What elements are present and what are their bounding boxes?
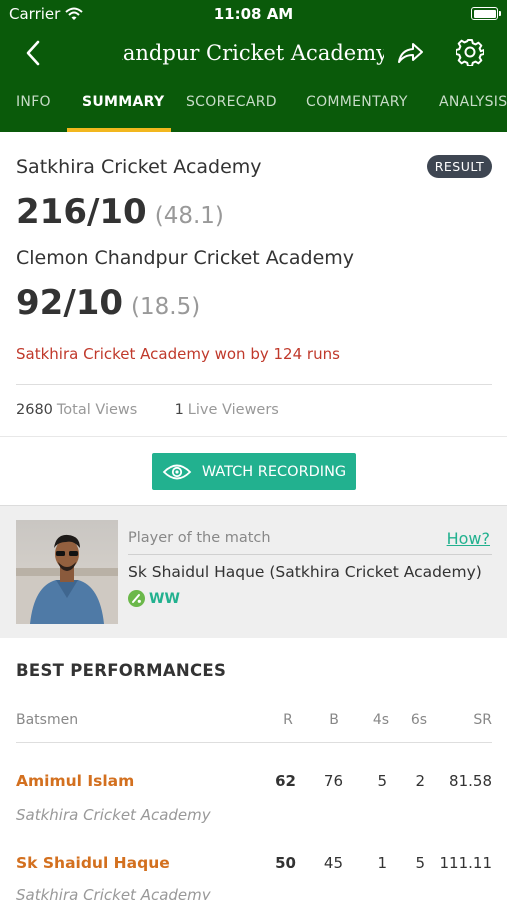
player-role-label: WW xyxy=(149,590,180,607)
match-summary: Satkhira Cricket Academy RESULT 216/10 (4… xyxy=(0,132,507,436)
batsman-runs: 50 xyxy=(275,854,296,872)
tab-analysis[interactable]: ANALYSIS xyxy=(439,94,507,110)
status-time: 11:08 AM xyxy=(213,5,294,23)
share-icon[interactable] xyxy=(395,38,425,68)
watch-section: WATCH RECORDING xyxy=(0,436,507,506)
table-header-divider xyxy=(16,742,492,743)
match-title-container: Satkhira Cricket Academy vs Clemon Chand… xyxy=(122,38,384,70)
total-views-label: Total Views xyxy=(56,402,138,418)
batsman-team: Satkhira Cricket Academy xyxy=(16,886,211,900)
status-bar: Carrier 11:08 AM xyxy=(0,0,507,28)
batsman-strike-rate: 111.11 xyxy=(439,854,493,872)
batsman-sixes: 5 xyxy=(415,854,425,872)
total-views-count: 2680 xyxy=(16,402,53,418)
status-badge: RESULT xyxy=(427,155,492,178)
team2-score: 92/10 (18.5) xyxy=(16,283,200,323)
batsman-name[interactable]: Amimul Islam xyxy=(16,772,134,790)
tab-summary[interactable]: SUMMARY xyxy=(82,94,164,110)
nav-bar: Satkhira Cricket Academy vs Clemon Chand… xyxy=(0,30,507,76)
best-performances-title: BEST PERFORMANCES xyxy=(16,661,227,680)
batsman-sixes: 2 xyxy=(415,772,425,790)
eye-icon xyxy=(162,464,192,479)
player-divider xyxy=(128,554,492,555)
app-header: Carrier 11:08 AM Satkhira Cricket Academ… xyxy=(0,0,507,132)
col-header-sixes: 6s xyxy=(410,712,428,728)
tab-bar: INFO SUMMARY SCORECARD COMMENTARY ANALYS… xyxy=(0,82,507,132)
player-of-match-card[interactable]: Player of the match How? Sk Shaidul Haqu… xyxy=(0,506,507,638)
batsman-name[interactable]: Sk Shaidul Haque xyxy=(16,854,170,872)
col-header-batsmen: Batsmen xyxy=(16,712,79,728)
tab-scorecard[interactable]: SCORECARD xyxy=(186,94,277,110)
team1-overs: (48.1) xyxy=(154,203,224,229)
col-header-balls: B xyxy=(329,712,339,728)
team1-runs: 216/10 xyxy=(16,192,147,232)
match-title: Satkhira Cricket Academy vs Clemon Chand… xyxy=(122,41,384,65)
team2-overs: (18.5) xyxy=(131,294,201,320)
team2-runs: 92/10 xyxy=(16,283,124,323)
live-viewers-label: Live Viewers xyxy=(187,402,279,418)
batsman-fours: 1 xyxy=(377,854,387,872)
batsman-balls: 45 xyxy=(323,854,343,872)
how-link[interactable]: How? xyxy=(447,529,490,548)
col-header-runs: R xyxy=(283,712,293,728)
player-photo xyxy=(16,520,118,624)
batsman-strike-rate: 81.58 xyxy=(449,772,492,790)
gear-icon[interactable] xyxy=(456,38,484,66)
live-viewers-count: 1 xyxy=(174,402,184,418)
col-header-strike-rate: SR xyxy=(473,712,492,728)
batsman-team: Satkhira Cricket Academy xyxy=(16,806,211,824)
battery-icon xyxy=(471,7,501,20)
batsman-runs: 62 xyxy=(275,772,296,790)
view-stats: 2680 Total Views 1 Live Viewers xyxy=(16,402,279,418)
watch-recording-label: WATCH RECORDING xyxy=(201,463,347,480)
tab-commentary[interactable]: COMMENTARY xyxy=(306,94,408,110)
batsman-fours: 5 xyxy=(377,772,387,790)
tab-info[interactable]: INFO xyxy=(16,94,51,110)
summary-divider xyxy=(16,384,492,385)
player-role: WW xyxy=(128,590,180,607)
batsman-balls: 76 xyxy=(323,772,343,790)
chevron-left-icon[interactable] xyxy=(20,38,48,68)
result-text: Satkhira Cricket Academy won by 124 runs xyxy=(16,345,340,363)
col-header-fours: 4s xyxy=(372,712,390,728)
player-name: Sk Shaidul Haque (Satkhira Cricket Acade… xyxy=(128,563,482,581)
cricket-ball-icon xyxy=(128,590,145,607)
team1-name: Satkhira Cricket Academy xyxy=(16,156,262,178)
team1-score: 216/10 (48.1) xyxy=(16,192,224,232)
player-of-match-label: Player of the match xyxy=(128,530,271,546)
watch-recording-button[interactable]: WATCH RECORDING xyxy=(152,453,356,490)
team2-name: Clemon Chandpur Cricket Academy xyxy=(16,247,355,269)
